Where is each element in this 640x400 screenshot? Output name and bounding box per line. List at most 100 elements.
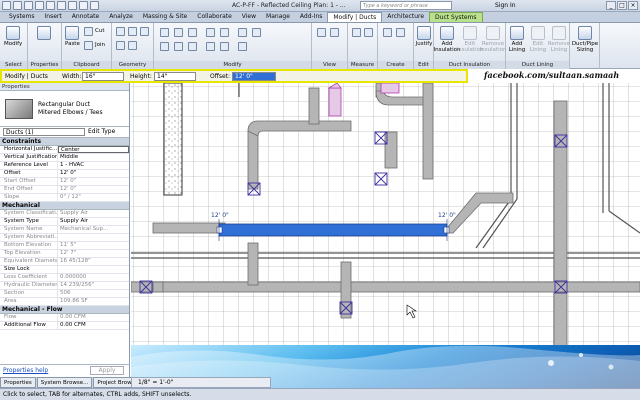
copy-icon[interactable] xyxy=(174,42,183,51)
remove-lining-button[interactable]: Remove Lining xyxy=(548,26,570,53)
property-row[interactable]: Additional Flow 0.00 CFM xyxy=(0,322,129,330)
tab-massing-site[interactable]: Massing & Site xyxy=(138,12,192,22)
mirror-pick-axis-icon[interactable] xyxy=(188,28,197,37)
offset-icon[interactable] xyxy=(174,28,183,37)
tab-annotate[interactable]: Annotate xyxy=(67,12,104,22)
delete-icon[interactable] xyxy=(238,42,247,51)
cut-geometry-icon[interactable] xyxy=(128,27,137,36)
property-value[interactable]: 12' 0" xyxy=(58,170,129,177)
search-input[interactable]: Type a keyword or phrase xyxy=(360,1,452,10)
add-insulation-button[interactable]: Add Insulation xyxy=(434,26,460,53)
trim-extend-icon[interactable] xyxy=(206,28,215,37)
property-value[interactable]: Middle xyxy=(58,154,129,161)
cut-label: Cut xyxy=(95,28,105,34)
properties-help-link[interactable]: Properties help xyxy=(3,367,48,374)
hide-in-view-icon[interactable] xyxy=(317,28,326,37)
tab-collaborate[interactable]: Collaborate xyxy=(192,12,237,22)
array-icon[interactable] xyxy=(206,42,215,51)
property-key: System Classificati... xyxy=(0,210,58,217)
edit-insulation-button[interactable]: Edit Insulation xyxy=(457,26,483,53)
property-row[interactable]: Size Lock xyxy=(0,266,129,274)
ceiling-plan-drawing[interactable]: 12' 0" 12' 0" xyxy=(131,83,640,377)
property-group-header[interactable]: Mechanical xyxy=(0,202,129,210)
print-icon[interactable] xyxy=(57,1,66,10)
override-graphics-icon[interactable] xyxy=(330,28,339,37)
edit-lining-button[interactable]: Edit Lining xyxy=(528,26,548,53)
join-icon[interactable] xyxy=(84,41,93,50)
property-value[interactable] xyxy=(58,266,129,273)
modify-button[interactable]: Modify xyxy=(4,26,22,47)
width-field[interactable]: 16" xyxy=(82,72,124,81)
tab-architecture[interactable]: Architecture xyxy=(382,12,429,22)
text-icon[interactable] xyxy=(79,1,88,10)
instance-selector[interactable]: Ducts (1) xyxy=(3,128,85,136)
dimension-icon[interactable] xyxy=(364,28,373,37)
undo-icon[interactable] xyxy=(35,1,44,10)
justify-button[interactable]: Justify xyxy=(415,26,433,47)
drawing-canvas[interactable]: 12' 0" 12' 0" xyxy=(131,83,640,377)
apply-button[interactable]: Apply xyxy=(90,366,124,375)
property-row[interactable]: Horizontal Justific... Center xyxy=(0,146,129,154)
paint-icon[interactable] xyxy=(128,41,137,50)
tab-system-browser[interactable]: System Browse... xyxy=(36,377,93,388)
split-face-icon[interactable] xyxy=(116,41,125,50)
tab-analyze[interactable]: Analyze xyxy=(104,12,138,22)
sign-in-link[interactable]: Sign In xyxy=(495,2,516,9)
scale-icon[interactable] xyxy=(220,42,229,51)
move-icon[interactable] xyxy=(160,42,169,51)
property-value[interactable]: Center xyxy=(58,146,129,153)
align-icon[interactable] xyxy=(160,28,169,37)
properties-icon xyxy=(37,26,51,40)
property-row[interactable]: Reference Level 1 - HVAC xyxy=(0,162,129,170)
view-scale[interactable]: 1/8" = 1'-0" xyxy=(138,379,173,386)
property-row[interactable]: System Type Supply Air xyxy=(0,218,129,226)
add-lining-button[interactable]: Add Lining xyxy=(507,26,527,53)
3d-view-icon[interactable] xyxy=(90,1,99,10)
property-group-header[interactable]: Constraints xyxy=(0,138,129,146)
property-value[interactable]: 1 - HVAC xyxy=(58,162,129,169)
redo-icon[interactable] xyxy=(46,1,55,10)
tab-add-ins[interactable]: Add-Ins xyxy=(295,12,327,22)
tab-insert[interactable]: Insert xyxy=(40,12,67,22)
property-row: Slope 0" / 12" xyxy=(0,194,129,202)
height-field[interactable]: 14" xyxy=(154,72,196,81)
tab-properties[interactable]: Properties xyxy=(0,377,36,388)
split-icon[interactable] xyxy=(220,28,229,37)
measure-tool-icon[interactable] xyxy=(352,28,361,37)
measure-icon[interactable] xyxy=(68,1,77,10)
tab-duct-systems[interactable]: Duct Systems xyxy=(429,12,483,22)
maximize-button[interactable]: □ xyxy=(617,1,627,10)
cut-icon[interactable] xyxy=(84,27,93,36)
property-value[interactable]: Supply Air xyxy=(58,218,129,225)
tab-manage[interactable]: Manage xyxy=(261,12,295,22)
paste-button[interactable]: Paste xyxy=(65,26,80,47)
pin-icon[interactable] xyxy=(238,28,247,37)
unpin-icon[interactable] xyxy=(252,28,261,37)
open-icon[interactable] xyxy=(13,1,22,10)
panel-label-create: Create xyxy=(378,61,413,69)
rotate-icon[interactable] xyxy=(188,42,197,51)
save-icon[interactable] xyxy=(24,1,33,10)
property-group-header[interactable]: Mechanical - Flow xyxy=(0,306,129,314)
edit-type-button[interactable]: Edit Type xyxy=(88,128,115,135)
type-selector[interactable]: Rectangular Duct Mitered Elbows / Tees xyxy=(0,91,129,127)
duct-pipe-sizing-button[interactable]: Duct/Pipe Sizing xyxy=(571,26,599,53)
join-geometry-icon[interactable] xyxy=(140,27,149,36)
quick-access-toolbar xyxy=(2,1,99,10)
properties-button[interactable] xyxy=(37,26,51,41)
height-label: Height: xyxy=(130,73,152,80)
property-value[interactable]: 0.00 CFM xyxy=(58,322,129,329)
offset-field[interactable]: 12' 0" xyxy=(232,72,276,81)
close-button[interactable]: × xyxy=(628,1,638,10)
minimize-button[interactable]: _ xyxy=(606,1,616,10)
create-group-icon[interactable] xyxy=(396,28,405,37)
tab-systems[interactable]: Systems xyxy=(4,12,40,22)
cope-icon[interactable] xyxy=(116,27,125,36)
property-row[interactable]: Vertical Justification Middle xyxy=(0,154,129,162)
app-menu-icon[interactable] xyxy=(2,1,11,10)
tab-modify-ducts[interactable]: Modify | Ducts xyxy=(327,12,383,22)
remove-insulation-button[interactable]: Remove Insulation xyxy=(480,26,506,53)
create-assembly-icon[interactable] xyxy=(383,28,392,37)
property-row[interactable]: Offset 12' 0" xyxy=(0,170,129,178)
tab-view[interactable]: View xyxy=(237,12,261,22)
